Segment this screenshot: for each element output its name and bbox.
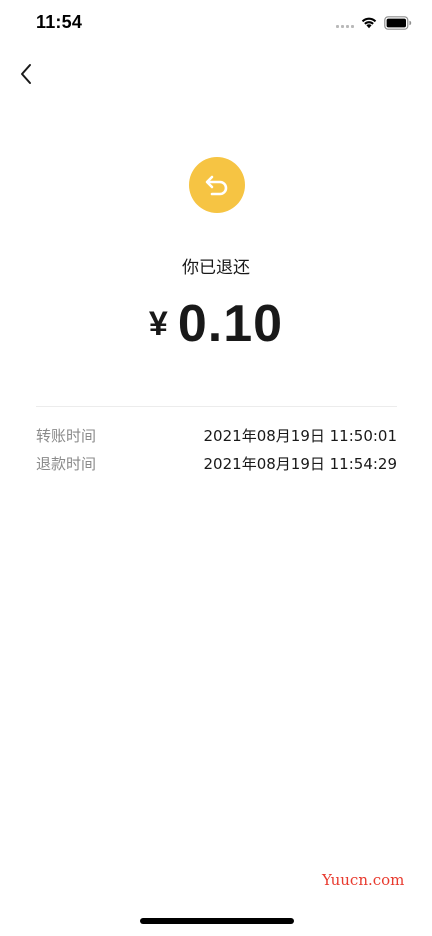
status-bar: 11:54: [0, 0, 432, 48]
return-arrow-icon: [205, 175, 228, 196]
home-indicator[interactable]: [140, 918, 294, 924]
back-button[interactable]: [12, 60, 40, 88]
amount-display: ¥ 0.10: [0, 294, 432, 354]
signal-icon: [336, 22, 356, 28]
detail-value: 2021年08月19日 11:54:29: [203, 454, 397, 473]
chevron-left-icon: [21, 64, 31, 84]
refund-status-badge: [189, 157, 245, 213]
status-time: 11:54: [36, 12, 83, 32]
detail-value: 2021年08月19日 11:50:01: [203, 426, 397, 445]
refund-status-text: 你已退还: [182, 258, 250, 278]
watermark: Yuucn.com: [322, 871, 405, 889]
wifi-icon: [361, 17, 377, 29]
detail-label: 退款时间: [36, 454, 97, 473]
amount-value: 0.10: [177, 295, 284, 353]
divider: [36, 406, 397, 407]
detail-row-refund-time: 退款时间 2021年08月19日 11:54:29: [36, 452, 397, 474]
detail-row-transfer-time: 转账时间 2021年08月19日 11:50:01: [36, 424, 397, 446]
currency-symbol: ¥: [148, 305, 168, 343]
detail-label: 转账时间: [36, 426, 97, 445]
battery-icon: [384, 16, 412, 30]
